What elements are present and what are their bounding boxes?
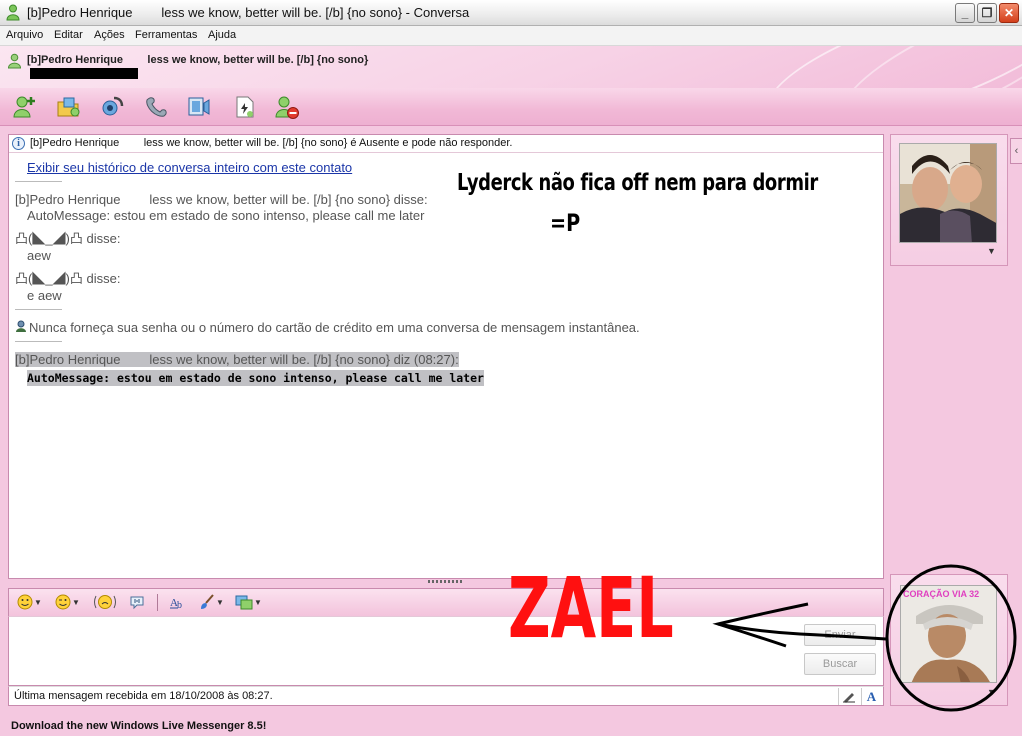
activities-icon[interactable] [186, 94, 212, 120]
contact-header: [b]Pedro Henrique less we know, better w… [0, 46, 1022, 88]
menu-arquivo[interactable]: Arquivo [6, 29, 43, 41]
security-warning-icon [16, 320, 26, 332]
font-icon: Ab [170, 597, 182, 611]
nudge-icon [94, 595, 116, 609]
games-icon[interactable] [232, 94, 258, 120]
emoticons-button[interactable]: ▼ [17, 593, 42, 611]
title-bar: [b]Pedro Henrique less we know, better w… [0, 0, 1022, 26]
menu-ferramentas[interactable]: Ferramentas [135, 29, 197, 41]
emoticon-icon [17, 594, 33, 610]
last-message-sender: [b]Pedro Henrique less we know, better w… [15, 352, 459, 367]
background-button[interactable]: ▼ [199, 593, 224, 611]
divider [15, 309, 62, 310]
contact-status-icon [7, 53, 22, 69]
wink-icon [55, 594, 71, 610]
maximize-button[interactable]: ❐ [977, 3, 997, 23]
nudge-button[interactable] [93, 593, 117, 611]
collapse-panel-button[interactable]: ‹ [1010, 138, 1022, 164]
contact-picture-panel: ▼ [890, 134, 1008, 266]
view-history-link[interactable]: Exibir seu histórico de conversa inteiro… [27, 160, 352, 175]
phone-call-icon[interactable] [143, 94, 169, 120]
invite-contact-icon[interactable] [12, 94, 38, 120]
menu-bar: Arquivo Editar Ações Ferramentas Ajuda [0, 26, 1022, 46]
overlay-zael-text: ZAEL [508, 559, 674, 657]
menu-ajuda[interactable]: Ajuda [208, 29, 236, 41]
pane-splitter-handle[interactable] [428, 580, 462, 583]
picture-icon [235, 595, 253, 610]
minimize-button[interactable]: _ [955, 3, 975, 23]
picture-menu-chevron-icon[interactable]: ▼ [987, 246, 996, 256]
divider [15, 181, 62, 182]
last-message-text: AutoMessage: estou em estado de sono int… [27, 370, 484, 386]
overlay-caption: Lyderck não fica off nem para dormir [457, 170, 818, 196]
chevron-down-icon: ▼ [72, 598, 80, 608]
redacted-personal-message [30, 68, 138, 79]
contact-name: [b]Pedro Henrique less we know, better w… [27, 54, 369, 66]
chevron-down-icon: ▼ [216, 598, 224, 608]
download-messenger-link[interactable]: Download the new Windows Live Messenger … [11, 720, 266, 732]
message-text: e aew [27, 288, 62, 303]
messenger-buddy-icon [6, 4, 20, 21]
paintbrush-icon [201, 594, 214, 609]
block-icon[interactable] [274, 94, 300, 120]
conversation-history[interactable]: i [b]Pedro Henrique less we know, better… [8, 134, 884, 579]
contact-display-picture[interactable] [899, 143, 997, 243]
winks-button[interactable]: ▼ [55, 593, 80, 611]
message-text: aew [27, 248, 51, 263]
message-sender: 凸(◣_◢)凸 disse: [15, 271, 121, 286]
video-call-icon[interactable] [100, 94, 126, 120]
font-button[interactable]: Ab [169, 593, 187, 611]
contact-status-line: i [b]Pedro Henrique less we know, better… [9, 135, 883, 153]
window-title: [b]Pedro Henrique less we know, better w… [27, 5, 470, 20]
conversation-toolbar [0, 88, 1022, 126]
chevron-down-icon: ▼ [254, 598, 262, 608]
toolbar-separator [157, 594, 158, 611]
last-message-received: Última mensagem recebida em 18/10/2008 à… [14, 690, 273, 702]
voice-clip-button[interactable] [129, 593, 145, 611]
info-icon: i [12, 137, 25, 150]
overlay-caption-emoticon: =P [550, 209, 581, 237]
close-button[interactable]: ✕ [999, 3, 1019, 23]
message-sender: [b]Pedro Henrique less we know, better w… [15, 192, 428, 207]
message-text: AutoMessage: estou em estado de sono int… [27, 208, 425, 223]
status-text: [b]Pedro Henrique less we know, better w… [30, 137, 513, 149]
send-files-icon[interactable] [55, 94, 81, 120]
security-note: Nunca forneça sua senha ou o número do c… [29, 320, 640, 335]
voice-clip-icon [130, 596, 144, 610]
contact-photo [900, 144, 996, 242]
chevron-down-icon: ▼ [34, 598, 42, 608]
divider [15, 341, 62, 342]
annotation-arrow-and-circle [712, 564, 1017, 712]
menu-editar[interactable]: Editar [54, 29, 83, 41]
menu-acoes[interactable]: Ações [94, 29, 125, 41]
message-sender: 凸(◣_◢)凸 disse: [15, 231, 121, 246]
display-picture-button[interactable]: ▼ [235, 593, 262, 611]
